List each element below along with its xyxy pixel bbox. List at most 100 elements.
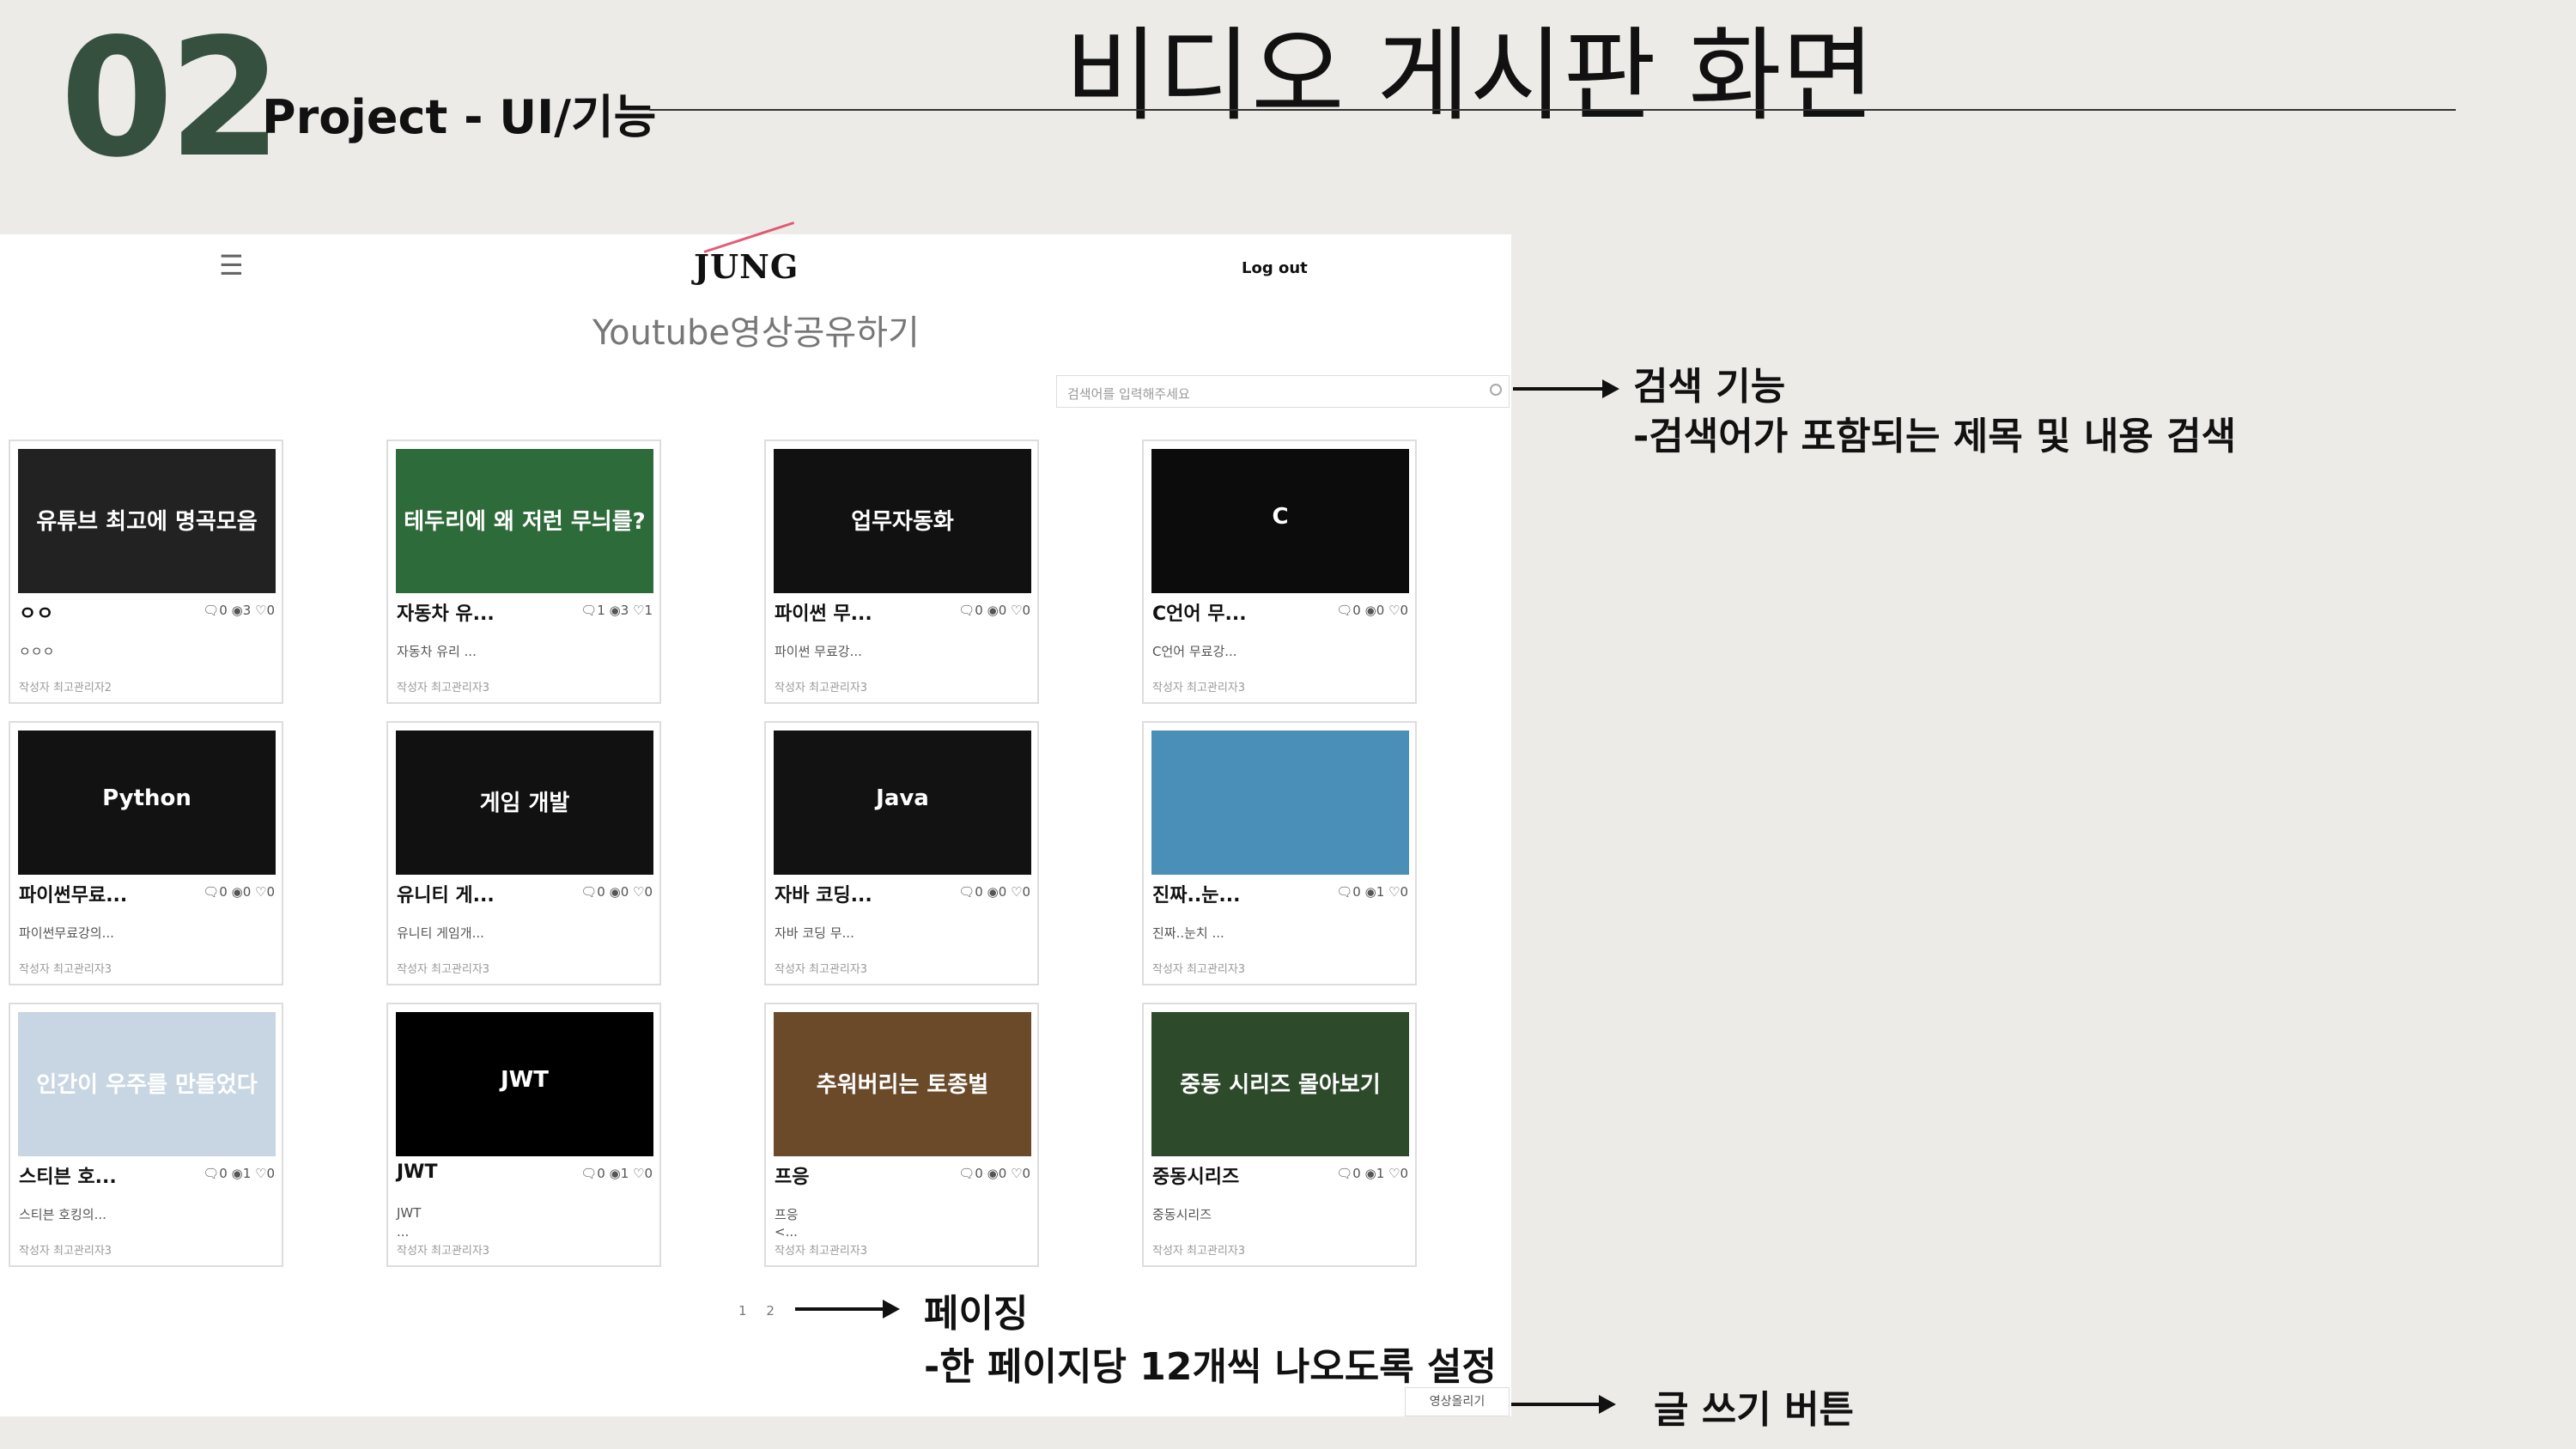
video-description: 진짜..눈치 ...	[1152, 925, 1224, 941]
video-description: 프응	[775, 1207, 799, 1222]
video-title[interactable]: 자동차 유...	[397, 598, 495, 626]
video-card[interactable]: JWT JWT 🗨0 ◉1 ♡0 JWT... 작성자 최고관리자3	[386, 1003, 661, 1267]
thumbnail-text: 게임 개발	[479, 791, 570, 816]
video-author: 작성자 최고관리자3	[1152, 682, 1246, 694]
view-count: 0	[998, 603, 1007, 618]
view-count: 0	[998, 1166, 1007, 1181]
paging-note-desc: -한 페이지당 12개씩 나오도록 설정	[924, 1345, 1498, 1389]
comment-icon: 🗨	[203, 884, 220, 900]
video-thumbnail[interactable]: 중동 시리즈 몰아보기	[1151, 1012, 1409, 1156]
video-card[interactable]: Java 자바 코딩... 🗨0 ◉0 ♡0 자바 코딩 무... 작성자 최고관리자3	[764, 721, 1039, 985]
thumbnail-text: Java	[876, 785, 929, 811]
eye-icon: ◉	[605, 1166, 621, 1181]
video-title[interactable]: 스티븐 호...	[19, 1161, 117, 1189]
comment-count: 0	[597, 1166, 605, 1181]
video-card[interactable]: 추워버리는 토종벌 프응 🗨0 ◉0 ♡0 프응 <... 작성자 최고관리자3	[764, 1003, 1039, 1267]
video-card[interactable]: 업무자동화 파이썬 무... 🗨0 ◉0 ♡0 파이썬 무료강... 작성자 최고관리자…	[764, 440, 1039, 704]
search-icon[interactable]	[1490, 384, 1502, 396]
video-thumbnail[interactable]: 게임 개발	[396, 731, 653, 875]
video-description: ㅇㅇㅇ	[19, 644, 55, 659]
logout-button[interactable]: Log out	[1242, 259, 1308, 277]
video-card[interactable]: C C언어 무... 🗨0 ◉0 ♡0 C언어 무료강... 작성자 최고관리자3	[1142, 440, 1417, 704]
video-thumbnail[interactable]: JWT	[396, 1012, 653, 1156]
video-card[interactable]: 유튜브 최고에 명곡모음 ㅇㅇ 🗨0 ◉3 ♡0 ㅇㅇㅇ 작성자 최고관리자2	[9, 440, 283, 704]
heart-icon: ♡	[251, 1166, 267, 1181]
video-stats: 🗨0 ◉1 ♡0	[1336, 884, 1408, 900]
video-thumbnail[interactable]: Java	[774, 731, 1031, 875]
video-stats: 🗨0 ◉0 ♡0	[1336, 603, 1408, 618]
video-card[interactable]: 진짜..눈... 🗨0 ◉1 ♡0 진짜..눈치 ... 작성자 최고관리자3	[1142, 721, 1417, 985]
view-count: 0	[998, 884, 1007, 900]
comment-icon: 🗨	[580, 603, 598, 618]
arrow-icon	[1513, 379, 1619, 398]
like-count: 0	[266, 884, 275, 900]
write-button[interactable]: 영상올리기	[1405, 1387, 1510, 1416]
video-title[interactable]: 자바 코딩...	[775, 880, 872, 907]
video-title[interactable]: 중동시리즈	[1152, 1161, 1239, 1189]
like-count: 0	[1022, 1166, 1030, 1181]
thumbnail-text: 인간이 우주를 만들었다	[36, 1072, 258, 1098]
video-stats: 🗨0 ◉1 ♡0	[580, 1166, 653, 1181]
page-link[interactable]: 1	[738, 1303, 747, 1319]
video-thumbnail[interactable]: C	[1151, 449, 1409, 593]
video-author: 작성자 최고관리자3	[19, 1245, 112, 1258]
thumbnail-text: 테두리에 왜 저런 무늬를?	[404, 509, 646, 535]
thumbnail-text: 중동 시리즈 몰아보기	[1180, 1072, 1381, 1098]
search-input[interactable]: 검색어를 입력해주세요	[1056, 375, 1510, 408]
view-count: 1	[242, 1166, 252, 1181]
hamburger-icon[interactable]: ☰	[219, 249, 244, 282]
video-thumbnail[interactable]: 업무자동화	[774, 449, 1031, 593]
video-author: 작성자 최고관리자3	[775, 682, 868, 694]
comment-count: 0	[975, 603, 983, 618]
heart-icon: ♡	[1384, 884, 1400, 900]
heart-icon: ♡	[1006, 884, 1023, 900]
view-count: 0	[620, 884, 629, 900]
video-title[interactable]: ㅇㅇ	[19, 598, 53, 626]
video-thumbnail[interactable]: Python	[18, 731, 276, 875]
comment-count: 0	[219, 884, 228, 900]
video-card[interactable]: 게임 개발 유니티 게... 🗨0 ◉0 ♡0 유니티 게임개... 작성자 최고관리자…	[386, 721, 661, 985]
video-thumbnail[interactable]	[1151, 731, 1409, 875]
video-title[interactable]: 파이썬 무...	[775, 598, 872, 626]
arrow-icon	[795, 1300, 900, 1319]
video-card[interactable]: Python 파이썬무료... 🗨0 ◉0 ♡0 파이썬무료강의... 작성자 최고관리…	[9, 721, 283, 985]
eye-icon: ◉	[1360, 603, 1376, 618]
video-title[interactable]: C언어 무...	[1152, 598, 1247, 626]
video-thumbnail[interactable]: 추워버리는 토종벌	[774, 1012, 1031, 1156]
thumbnail-text: JWT	[500, 1067, 550, 1093]
eye-icon: ◉	[227, 603, 243, 618]
eye-icon: ◉	[227, 884, 243, 900]
like-count: 0	[1022, 884, 1030, 900]
video-title[interactable]: JWT	[397, 1161, 437, 1183]
video-title[interactable]: 유니티 게...	[397, 880, 495, 907]
comment-icon: 🗨	[580, 884, 598, 900]
video-stats: 🗨0 ◉0 ♡0	[958, 603, 1030, 618]
video-description: 유니티 게임개...	[397, 925, 484, 941]
video-card[interactable]: 중동 시리즈 몰아보기 중동시리즈 🗨0 ◉1 ♡0 중동시리즈 작성자 최고관리자3	[1142, 1003, 1417, 1267]
like-count: 0	[1400, 603, 1408, 618]
slide-title: 비디오 게시판 화면	[1065, 16, 1875, 135]
like-count: 0	[1400, 1166, 1408, 1181]
page-link[interactable]: 2	[766, 1303, 775, 1319]
video-thumbnail[interactable]: 인간이 우주를 만들었다	[18, 1012, 276, 1156]
like-count: 0	[266, 603, 275, 618]
heart-icon: ♡	[1006, 603, 1023, 618]
video-title[interactable]: 프응	[775, 1161, 809, 1189]
video-thumbnail[interactable]: 유튜브 최고에 명곡모음	[18, 449, 276, 593]
thumbnail-text: 유튜브 최고에 명곡모음	[36, 509, 258, 535]
thumbnail-text: 추워버리는 토종벌	[816, 1072, 989, 1098]
video-card[interactable]: 테두리에 왜 저런 무늬를? 자동차 유... 🗨1 ◉3 ♡1 자동차 유리 ...…	[386, 440, 661, 704]
video-author: 작성자 최고관리자3	[775, 963, 868, 976]
video-title[interactable]: 파이썬무료...	[19, 880, 127, 907]
video-description: C언어 무료강...	[1152, 644, 1237, 659]
video-thumbnail[interactable]: 테두리에 왜 저런 무늬를?	[396, 449, 653, 593]
video-description-more: <...	[775, 1224, 798, 1240]
video-title[interactable]: 진짜..눈...	[1152, 880, 1241, 907]
eye-icon: ◉	[1360, 1166, 1376, 1181]
video-author: 작성자 최고관리자3	[1152, 963, 1246, 976]
view-count: 1	[620, 1166, 629, 1181]
video-stats: 🗨0 ◉0 ♡0	[958, 1166, 1030, 1181]
video-card[interactable]: 인간이 우주를 만들었다 스티븐 호... 🗨0 ◉1 ♡0 스티븐 호킹의... 작성…	[9, 1003, 283, 1267]
comment-icon: 🗨	[958, 1166, 975, 1181]
site-logo[interactable]: JUNG	[694, 247, 799, 286]
